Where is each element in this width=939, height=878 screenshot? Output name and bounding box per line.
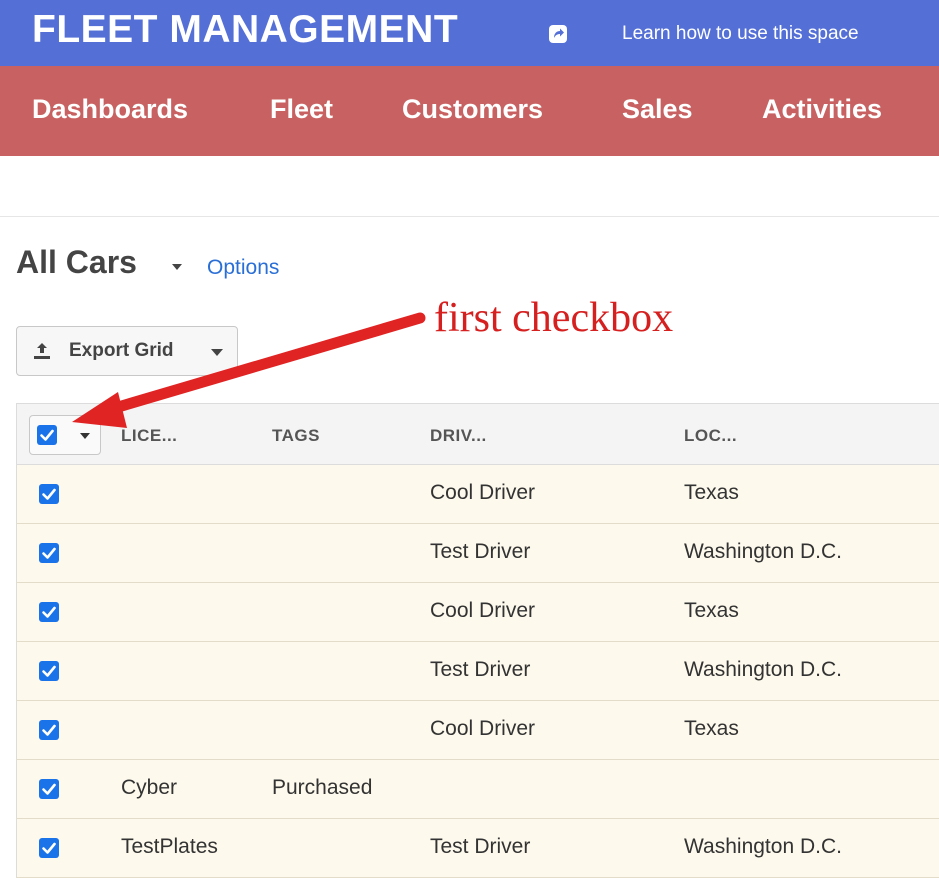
grid-header: LICE... TAGS DRIV... LOC... <box>16 403 939 465</box>
cell-license: Cyber <box>121 776 178 799</box>
cell-driver: Test Driver <box>430 835 531 858</box>
top-banner: FLEET MANAGEMENT Learn how to use this s… <box>0 0 939 66</box>
cell-driver: Test Driver <box>430 540 531 563</box>
cell-license: TestPlates <box>121 835 218 858</box>
main-nav: Dashboards Fleet Customers Sales Activit… <box>0 66 939 156</box>
learn-link[interactable]: Learn how to use this space <box>622 23 859 45</box>
section-divider <box>0 216 939 217</box>
export-grid-label: Export Grid <box>69 340 174 361</box>
cell-driver: Cool Driver <box>430 717 536 740</box>
nav-item-fleet[interactable]: Fleet <box>270 94 333 125</box>
chevron-down-icon[interactable] <box>172 264 182 270</box>
table-row[interactable]: TestPlates Test Driver Washington D.C. <box>16 819 939 878</box>
row-checkbox[interactable] <box>39 484 59 504</box>
cell-driver: Cool Driver <box>430 481 536 504</box>
row-checkbox[interactable] <box>39 838 59 858</box>
cell-location: Texas <box>684 599 739 622</box>
table-row[interactable]: Cool Driver Texas <box>16 583 939 642</box>
cell-location: Texas <box>684 481 739 504</box>
row-checkbox[interactable] <box>39 720 59 740</box>
select-all-dropdown[interactable] <box>29 415 101 455</box>
cell-location: Washington D.C. <box>684 540 842 563</box>
share-icon[interactable] <box>548 24 568 44</box>
chevron-down-icon[interactable] <box>80 433 90 439</box>
cell-tags: Purchased <box>272 776 373 799</box>
cell-driver: Cool Driver <box>430 599 536 622</box>
check-icon <box>42 724 56 736</box>
check-icon <box>40 429 54 441</box>
nav-item-sales[interactable]: Sales <box>622 94 693 125</box>
column-header-driver[interactable]: DRIV... <box>430 426 487 446</box>
table-row[interactable]: Test Driver Washington D.C. <box>16 524 939 583</box>
check-icon <box>42 606 56 618</box>
cars-grid: LICE... TAGS DRIV... LOC... Cool Driver … <box>16 403 939 878</box>
row-checkbox[interactable] <box>39 543 59 563</box>
row-checkbox[interactable] <box>39 661 59 681</box>
annotation-label: first checkbox <box>434 295 674 341</box>
brand-title[interactable]: FLEET MANAGEMENT <box>32 8 458 52</box>
table-row[interactable]: Cool Driver Texas <box>16 701 939 760</box>
cell-location: Washington D.C. <box>684 658 842 681</box>
check-icon <box>42 842 56 854</box>
table-row[interactable]: Cyber Purchased <box>16 760 939 819</box>
options-link[interactable]: Options <box>207 256 279 280</box>
view-title[interactable]: All Cars <box>16 244 137 281</box>
column-header-tags[interactable]: TAGS <box>272 426 320 446</box>
row-checkbox[interactable] <box>39 779 59 799</box>
nav-item-dashboards[interactable]: Dashboards <box>32 94 188 125</box>
cell-driver: Test Driver <box>430 658 531 681</box>
check-icon <box>42 488 56 500</box>
check-icon <box>42 665 56 677</box>
check-icon <box>42 547 56 559</box>
nav-item-customers[interactable]: Customers <box>402 94 543 125</box>
table-row[interactable]: Cool Driver Texas <box>16 465 939 524</box>
column-header-location[interactable]: LOC... <box>684 426 737 446</box>
cell-location: Texas <box>684 717 739 740</box>
chevron-down-icon <box>211 349 223 356</box>
cell-location: Washington D.C. <box>684 835 842 858</box>
upload-icon <box>34 343 50 359</box>
check-icon <box>42 783 56 795</box>
select-all-checkbox[interactable] <box>37 425 57 445</box>
export-grid-button[interactable]: Export Grid <box>16 326 238 376</box>
table-row[interactable]: Test Driver Washington D.C. <box>16 642 939 701</box>
column-header-license[interactable]: LICE... <box>121 426 177 446</box>
row-checkbox[interactable] <box>39 602 59 622</box>
nav-item-activities[interactable]: Activities <box>762 94 882 125</box>
